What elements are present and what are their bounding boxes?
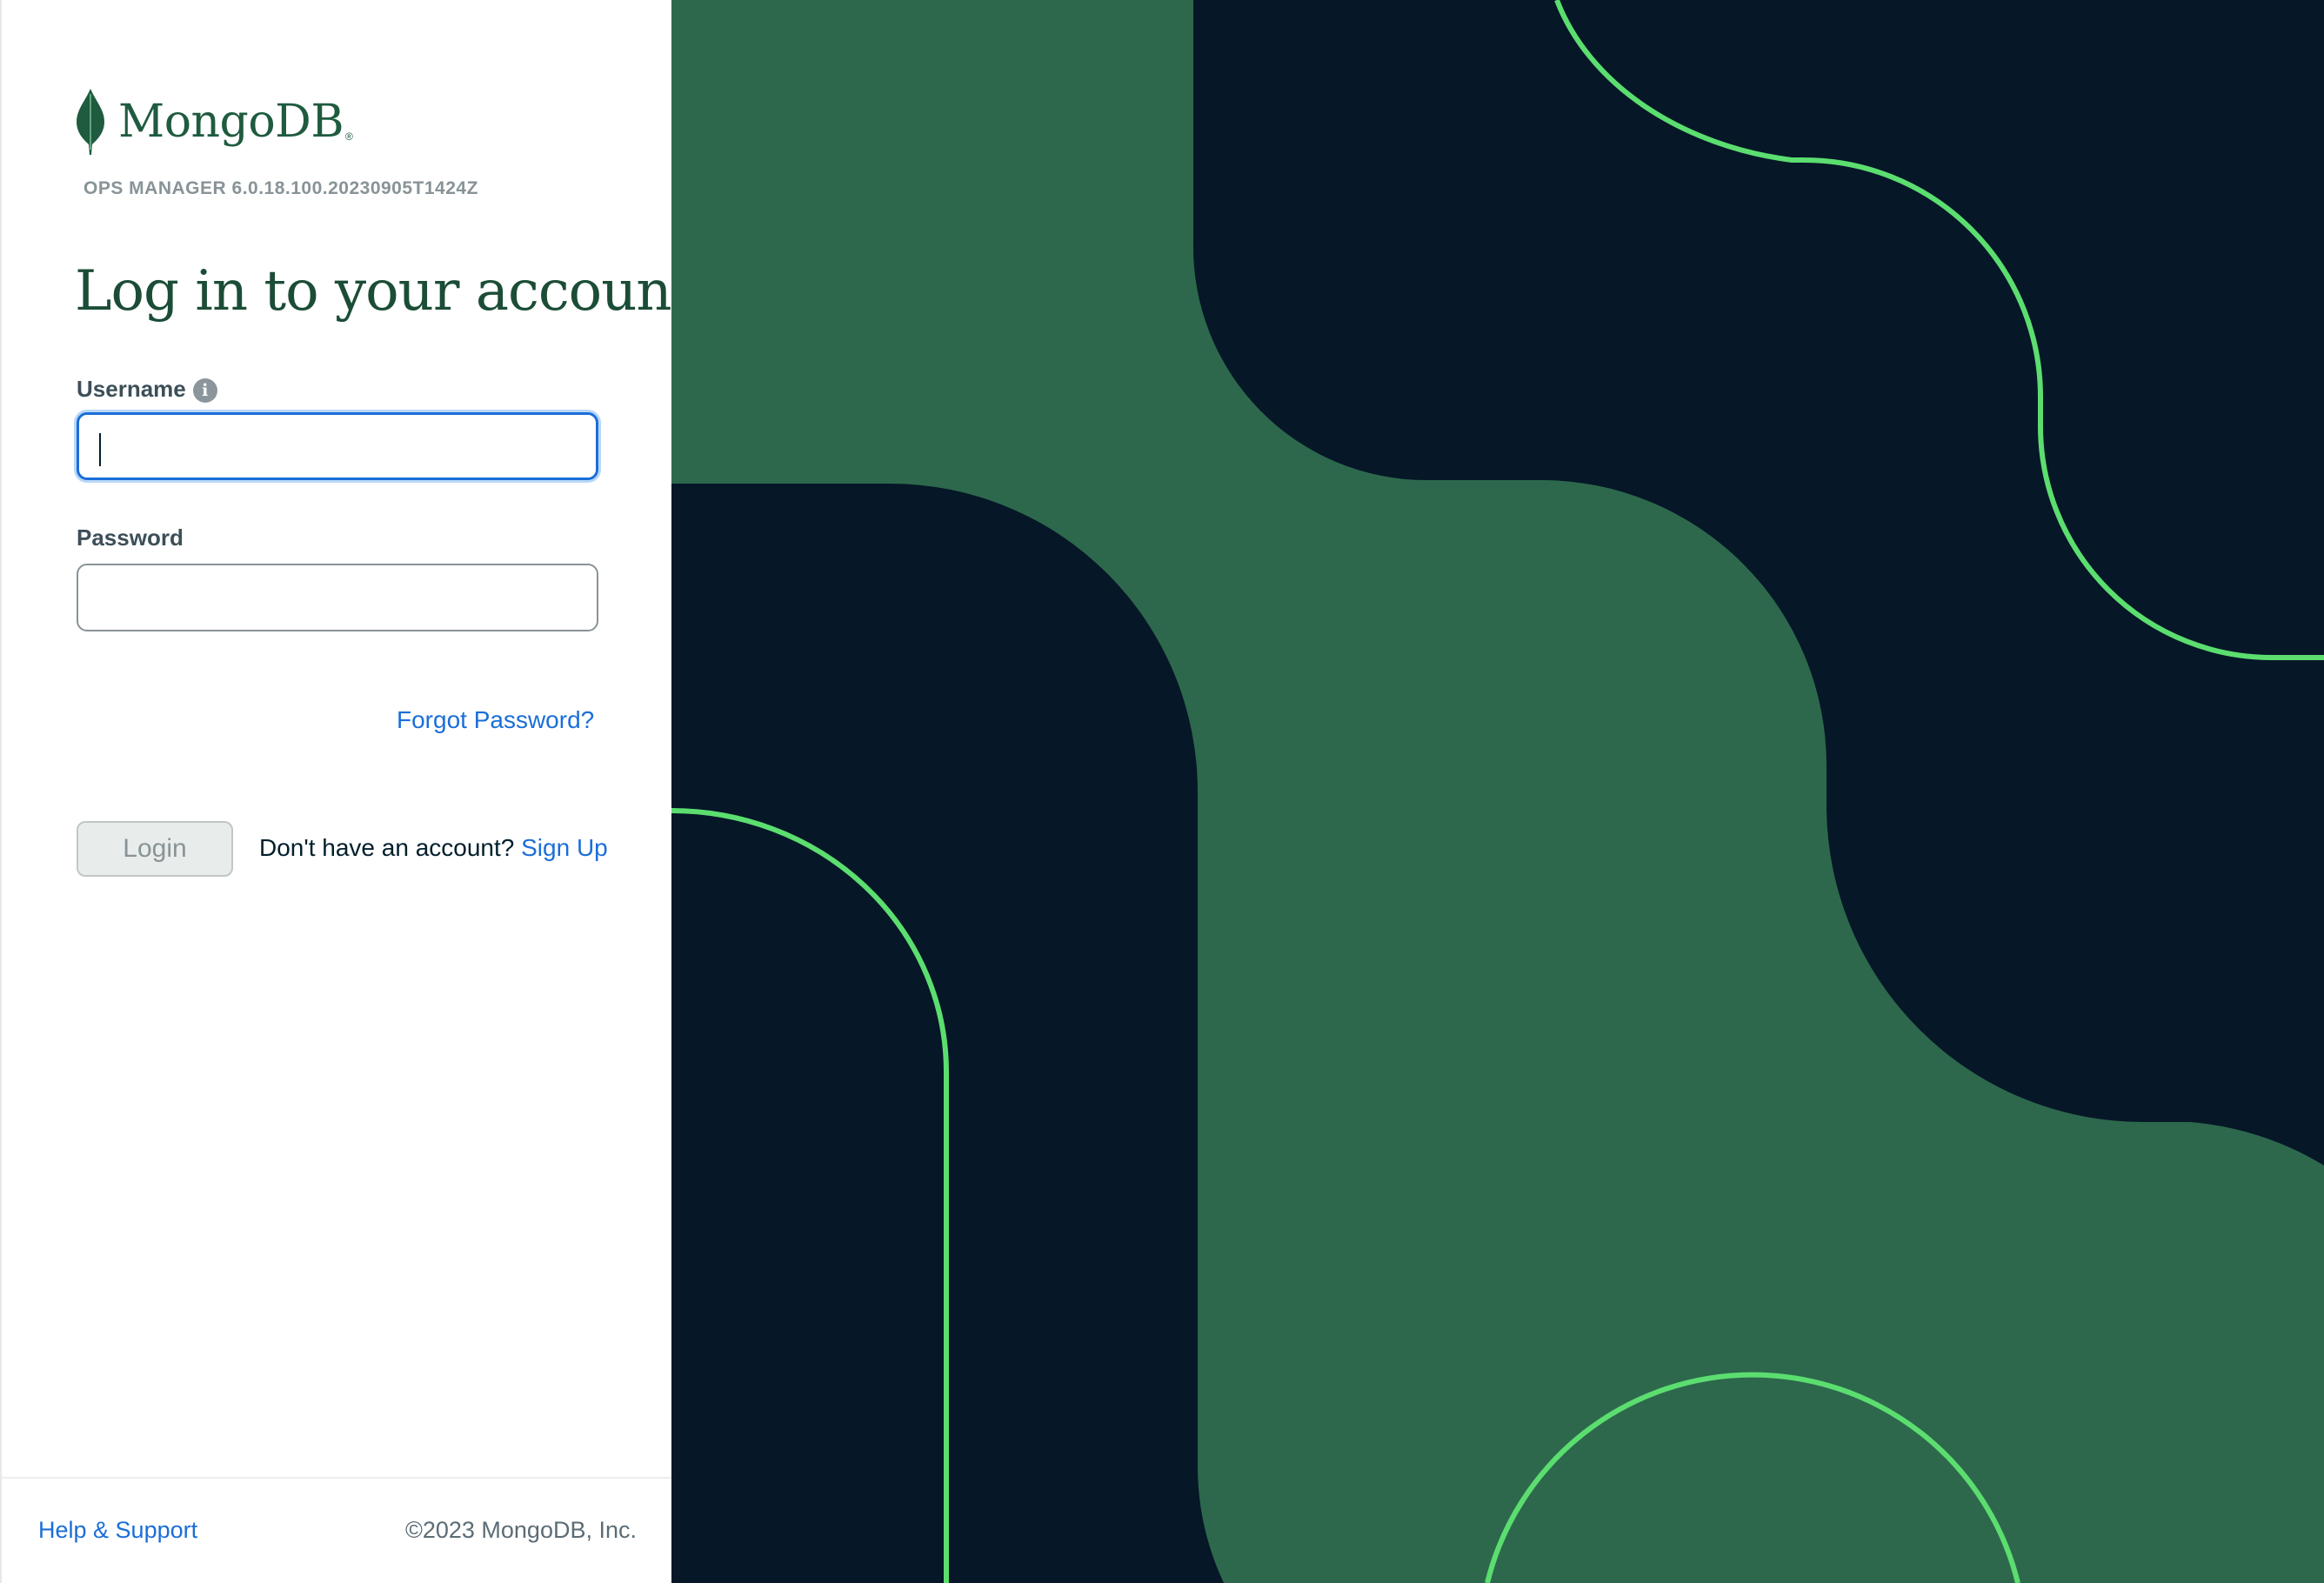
- login-panel: MongoDB ® OPS MANAGER 6.0.18.100.2023090…: [0, 0, 693, 1583]
- version-label: OPS MANAGER 6.0.18.100.20230905T1424Z: [83, 178, 478, 198]
- signup-link[interactable]: Sign Up: [521, 834, 608, 861]
- text-cursor: [99, 433, 101, 466]
- forgot-password-link[interactable]: Forgot Password?: [397, 706, 594, 734]
- info-icon[interactable]: i: [192, 378, 217, 404]
- username-label: Username i: [77, 376, 217, 404]
- password-label: Password: [77, 524, 184, 551]
- page-title: Log in to your account: [75, 259, 693, 324]
- help-support-link[interactable]: Help & Support: [38, 1517, 197, 1544]
- decorative-background: [671, 0, 2324, 1583]
- accent-curve-left: [671, 808, 949, 1583]
- username-label-text: Username: [77, 376, 186, 402]
- no-account-text: Don't have an account?: [259, 834, 515, 861]
- login-button[interactable]: Login: [77, 821, 233, 877]
- mongodb-logo: MongoDB ®: [75, 87, 353, 157]
- username-input[interactable]: [77, 412, 598, 480]
- green-band-shape: [671, 0, 2324, 1583]
- signup-prompt: Don't have an account? Sign Up: [259, 834, 608, 862]
- registered-mark: ®: [345, 130, 353, 143]
- footer-divider: [2, 1477, 673, 1479]
- password-input[interactable]: [77, 564, 598, 631]
- logo-wordmark: MongoDB: [118, 96, 344, 148]
- decorative-illustration: [671, 0, 2324, 1583]
- copyright-text: ©2023 MongoDB, Inc.: [404, 1517, 637, 1543]
- mongodb-leaf-icon: [77, 89, 104, 155]
